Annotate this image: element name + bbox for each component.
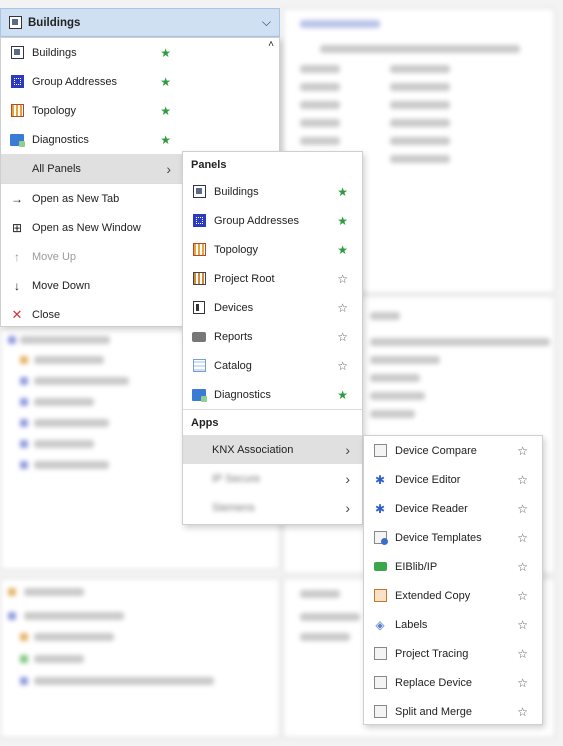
menu-item-topology[interactable]: Topology ★ (1, 96, 279, 125)
group-addresses-icon (192, 214, 206, 227)
catalog-icon (192, 359, 206, 372)
favorite-star-outline-icon[interactable]: ☆ (517, 647, 528, 661)
app-group-siemens[interactable]: Siemens › (183, 493, 362, 522)
close-icon: ✕ (11, 306, 23, 322)
topology-icon (10, 104, 24, 117)
favorite-star-icon[interactable]: ★ (337, 388, 348, 402)
replace-device-icon (373, 676, 387, 689)
arrow-up-icon: ↑ (14, 249, 20, 264)
apps-section-header: Apps (191, 416, 219, 429)
arrow-down-icon: ↓ (14, 278, 20, 293)
eiblib-icon (373, 562, 387, 571)
favorite-star-outline-icon[interactable]: ☆ (517, 502, 528, 516)
favorite-star-outline-icon[interactable]: ☆ (517, 618, 528, 632)
app-group-knx-association[interactable]: KNX Association › (183, 435, 362, 464)
panel-item-reports[interactable]: Reports ☆ (183, 322, 362, 351)
split-merge-icon (373, 705, 387, 718)
favorite-star-icon[interactable]: ★ (160, 104, 171, 118)
panel-item-topology[interactable]: Topology ★ (183, 235, 362, 264)
new-window-icon: ⊞ (11, 220, 23, 235)
puzzle-icon: ✱ (374, 501, 386, 516)
chevron-right-icon: › (345, 470, 350, 487)
favorite-star-outline-icon[interactable]: ☆ (517, 705, 528, 719)
chevron-right-icon: › (345, 499, 350, 516)
buildings-icon (10, 46, 24, 59)
favorite-star-icon[interactable]: ★ (160, 75, 171, 89)
favorite-star-icon[interactable]: ★ (337, 214, 348, 228)
app-item-labels[interactable]: ◈ Labels ☆ (364, 610, 542, 639)
favorite-star-outline-icon[interactable]: ☆ (337, 301, 348, 315)
menu-item-all-panels[interactable]: All Panels › (1, 154, 183, 183)
app-item-device-editor[interactable]: ✱ Device Editor ☆ (364, 465, 542, 494)
panel-selector-dropdown[interactable]: Buildings ⌵ (0, 8, 280, 37)
app-item-split-and-merge[interactable]: Split and Merge ☆ (364, 697, 542, 726)
app-item-extended-copy[interactable]: Extended Copy ☆ (364, 581, 542, 610)
favorite-star-outline-icon[interactable]: ☆ (517, 560, 528, 574)
favorite-star-outline-icon[interactable]: ☆ (337, 359, 348, 373)
chevron-right-icon: › (345, 441, 350, 458)
favorite-star-icon[interactable]: ★ (337, 243, 348, 257)
group-addresses-icon (10, 75, 24, 88)
app-item-device-templates[interactable]: Device Templates ☆ (364, 523, 542, 552)
app-item-device-reader[interactable]: ✱ Device Reader ☆ (364, 494, 542, 523)
extended-copy-icon (373, 589, 387, 602)
app-group-ip-secure[interactable]: IP Secure › (183, 464, 362, 493)
puzzle-icon: ✱ (374, 472, 386, 487)
project-tracing-icon (373, 647, 387, 660)
chevron-right-icon: › (166, 160, 171, 177)
buildings-icon (9, 16, 22, 29)
panel-item-group-addresses[interactable]: Group Addresses ★ (183, 206, 362, 235)
reports-icon (192, 331, 206, 342)
knx-apps-submenu: Device Compare ☆ ✱ Device Editor ☆ ✱ Dev… (363, 435, 543, 725)
favorite-star-outline-icon[interactable]: ☆ (517, 444, 528, 458)
menu-item-group-addresses[interactable]: Group Addresses ★ (1, 67, 279, 96)
topology-icon (192, 243, 206, 256)
favorite-star-icon[interactable]: ★ (160, 46, 171, 60)
panel-selector-label: Buildings (28, 16, 81, 29)
buildings-icon (192, 185, 206, 198)
favorite-star-outline-icon[interactable]: ☆ (517, 473, 528, 487)
panel-item-catalog[interactable]: Catalog ☆ (183, 351, 362, 380)
arrow-right-icon: → (11, 191, 23, 206)
tag-icon: ◈ (375, 617, 385, 632)
favorite-star-icon[interactable]: ★ (160, 133, 171, 147)
favorite-star-outline-icon[interactable]: ☆ (337, 330, 348, 344)
chevron-down-icon[interactable]: ⌵ (262, 15, 271, 30)
app-item-eiblib-ip[interactable]: EIBlib/IP ☆ (364, 552, 542, 581)
menu-item-buildings[interactable]: Buildings ★ (1, 38, 279, 67)
devices-icon (193, 301, 205, 314)
project-root-icon (192, 272, 206, 285)
favorite-star-outline-icon[interactable]: ☆ (337, 272, 348, 286)
favorite-star-outline-icon[interactable]: ☆ (517, 531, 528, 545)
device-compare-icon (373, 444, 387, 457)
panel-item-diagnostics[interactable]: Diagnostics ★ (183, 380, 362, 409)
favorite-star-outline-icon[interactable]: ☆ (517, 676, 528, 690)
app-item-project-tracing[interactable]: Project Tracing ☆ (364, 639, 542, 668)
app-item-device-compare[interactable]: Device Compare ☆ (364, 436, 542, 465)
favorite-star-icon[interactable]: ★ (337, 185, 348, 199)
panel-item-project-root[interactable]: Project Root ☆ (183, 264, 362, 293)
panel-item-devices[interactable]: Devices ☆ (183, 293, 362, 322)
panels-section-header: Panels (191, 158, 227, 171)
panel-item-buildings[interactable]: Buildings ★ (183, 177, 362, 206)
app-item-replace-device[interactable]: Replace Device ☆ (364, 668, 542, 697)
diagnostics-icon (10, 133, 25, 147)
all-panels-submenu: Panels Buildings ★ Group Addresses ★ Top… (182, 151, 363, 525)
menu-item-diagnostics[interactable]: Diagnostics ★ (1, 125, 279, 154)
favorite-star-outline-icon[interactable]: ☆ (517, 589, 528, 603)
diagnostics-icon (192, 388, 207, 402)
device-templates-icon (373, 531, 388, 545)
